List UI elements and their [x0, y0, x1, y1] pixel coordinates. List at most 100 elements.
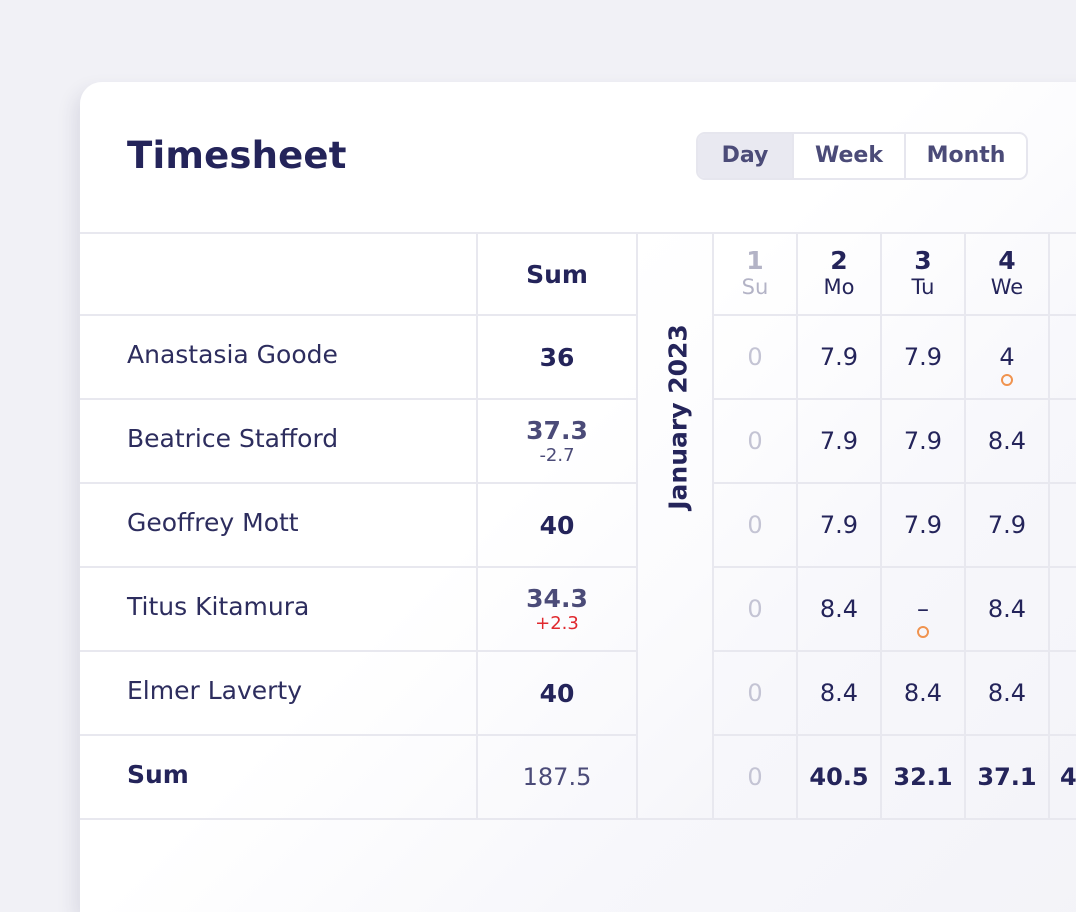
sum-header-label: Sum	[526, 259, 588, 289]
employee-name[interactable]: Beatrice Stafford	[127, 424, 338, 453]
tab-month[interactable]: Month	[906, 134, 1026, 178]
employee-sum: 40	[478, 484, 636, 566]
employee-sum: 36	[478, 316, 636, 398]
hours-cell[interactable]: 7.9	[798, 316, 880, 398]
hours-value: 0	[747, 427, 763, 455]
day-total-value: 32.1	[893, 763, 953, 791]
month-label: January 2023	[640, 242, 716, 662]
timesheet-card: Timesheet Day Week Month Sum 1 Su 2 Mo 3 Tu 4 We…	[80, 82, 1076, 912]
sum-value: 34.3	[526, 584, 588, 613]
hours-cell[interactable]: 8.4	[966, 652, 1048, 734]
day-total: 0	[714, 736, 796, 818]
hours-value: 7.9	[903, 427, 943, 455]
hours-cell[interactable]: 8.4	[798, 568, 880, 650]
page-title: Timesheet	[127, 134, 347, 177]
day-total: 37.1	[966, 736, 1048, 818]
sum-value: 40	[539, 678, 575, 708]
hours-cell[interactable]: 7.9	[798, 400, 880, 482]
sum-value: 40	[539, 510, 575, 540]
tab-day[interactable]: Day	[698, 134, 794, 178]
hours-cell[interactable]: 7.9	[966, 484, 1048, 566]
hours-value: 7.9	[903, 511, 943, 539]
month-label-text: January 2023	[663, 324, 693, 510]
hours-value: 0	[747, 595, 763, 623]
employee-name[interactable]: Elmer Laverty	[127, 676, 302, 705]
hours-cell[interactable]: 0	[714, 484, 796, 566]
employee-sum: 40	[478, 652, 636, 734]
hours-value: 8.4	[987, 679, 1027, 707]
hours-value: 7.9	[819, 427, 859, 455]
day-number: 4	[998, 246, 1016, 275]
day-header[interactable]: 3 Tu	[882, 234, 964, 314]
status-marker-icon	[917, 625, 929, 638]
totals-sum-value: 187.5	[522, 763, 592, 791]
hours-cell[interactable]: 7.9	[798, 484, 880, 566]
employee-sum: 37.3 -2.7	[478, 400, 636, 482]
day-total-value: 37.1	[977, 763, 1037, 791]
day-total: 4	[1050, 736, 1076, 818]
hours-cell[interactable]: 8.4	[966, 568, 1048, 650]
hours-cell[interactable]	[1050, 484, 1076, 566]
sum-delta: +2.3	[535, 613, 579, 634]
day-total: 32.1	[882, 736, 964, 818]
employee-name[interactable]: Anastasia Goode	[127, 340, 338, 369]
hours-value: 7.9	[987, 511, 1027, 539]
employee-name[interactable]: Geoffrey Mott	[127, 508, 299, 537]
hours-cell[interactable]	[1050, 568, 1076, 650]
hours-value: 7.9	[903, 343, 943, 371]
hours-value: 4	[999, 342, 1015, 371]
hours-cell[interactable]: 7.9	[882, 316, 964, 398]
day-header[interactable]: 1 Su	[714, 234, 796, 314]
hours-value: 0	[747, 511, 763, 539]
hours-cell[interactable]: 8.4	[966, 400, 1048, 482]
hours-value: 7.9	[819, 343, 859, 371]
view-switcher: Day Week Month	[696, 132, 1028, 180]
hours-cell[interactable]: 7.9	[882, 400, 964, 482]
hours-value: 8.4	[987, 427, 1027, 455]
day-number: 3	[914, 246, 932, 275]
totals-sum: 187.5	[478, 736, 636, 818]
grid-line	[80, 818, 1076, 820]
hours-cell[interactable]: –	[882, 568, 964, 650]
hours-cell[interactable]: 0	[714, 316, 796, 398]
day-total: 40.5	[798, 736, 880, 818]
day-number: 1	[746, 246, 764, 275]
sum-column-header: Sum	[478, 234, 636, 314]
hours-cell[interactable]: 0	[714, 400, 796, 482]
day-number: 2	[830, 246, 848, 275]
sum-delta: -2.7	[539, 445, 575, 466]
employee-name[interactable]: Titus Kitamura	[127, 592, 309, 621]
day-header[interactable]	[1050, 234, 1076, 314]
hours-cell[interactable]: 8.4	[798, 652, 880, 734]
hours-cell[interactable]: 8.4	[882, 652, 964, 734]
hours-cell[interactable]: 0	[714, 568, 796, 650]
employee-sum: 34.3 +2.3	[478, 568, 636, 650]
day-name: Mo	[823, 275, 855, 299]
hours-value: 8.4	[819, 679, 859, 707]
hours-value: 0	[747, 679, 763, 707]
hours-cell[interactable]: 0	[714, 652, 796, 734]
hours-cell[interactable]	[1050, 316, 1076, 398]
hours-cell[interactable]: 4	[966, 316, 1048, 398]
sum-value: 37.3	[526, 416, 588, 445]
day-header[interactable]: 2 Mo	[798, 234, 880, 314]
day-header[interactable]: 4 We	[966, 234, 1048, 314]
hours-cell[interactable]	[1050, 652, 1076, 734]
hours-value: 7.9	[819, 511, 859, 539]
day-total-value: 40.5	[809, 763, 869, 791]
day-total-value: 0	[747, 763, 763, 791]
sum-value: 36	[539, 342, 575, 372]
hours-value: 8.4	[903, 679, 943, 707]
hours-value: 8.4	[987, 595, 1027, 623]
hours-cell[interactable]	[1050, 400, 1076, 482]
tab-week[interactable]: Week	[794, 134, 906, 178]
day-name: Su	[741, 275, 769, 299]
hours-value: 8.4	[819, 595, 859, 623]
day-total-value: 4	[1060, 763, 1076, 791]
day-name: Tu	[911, 275, 935, 299]
day-name: We	[990, 275, 1024, 299]
hours-value: –	[917, 594, 929, 623]
hours-value: 0	[747, 343, 763, 371]
hours-cell[interactable]: 7.9	[882, 484, 964, 566]
totals-label: Sum	[127, 760, 189, 789]
